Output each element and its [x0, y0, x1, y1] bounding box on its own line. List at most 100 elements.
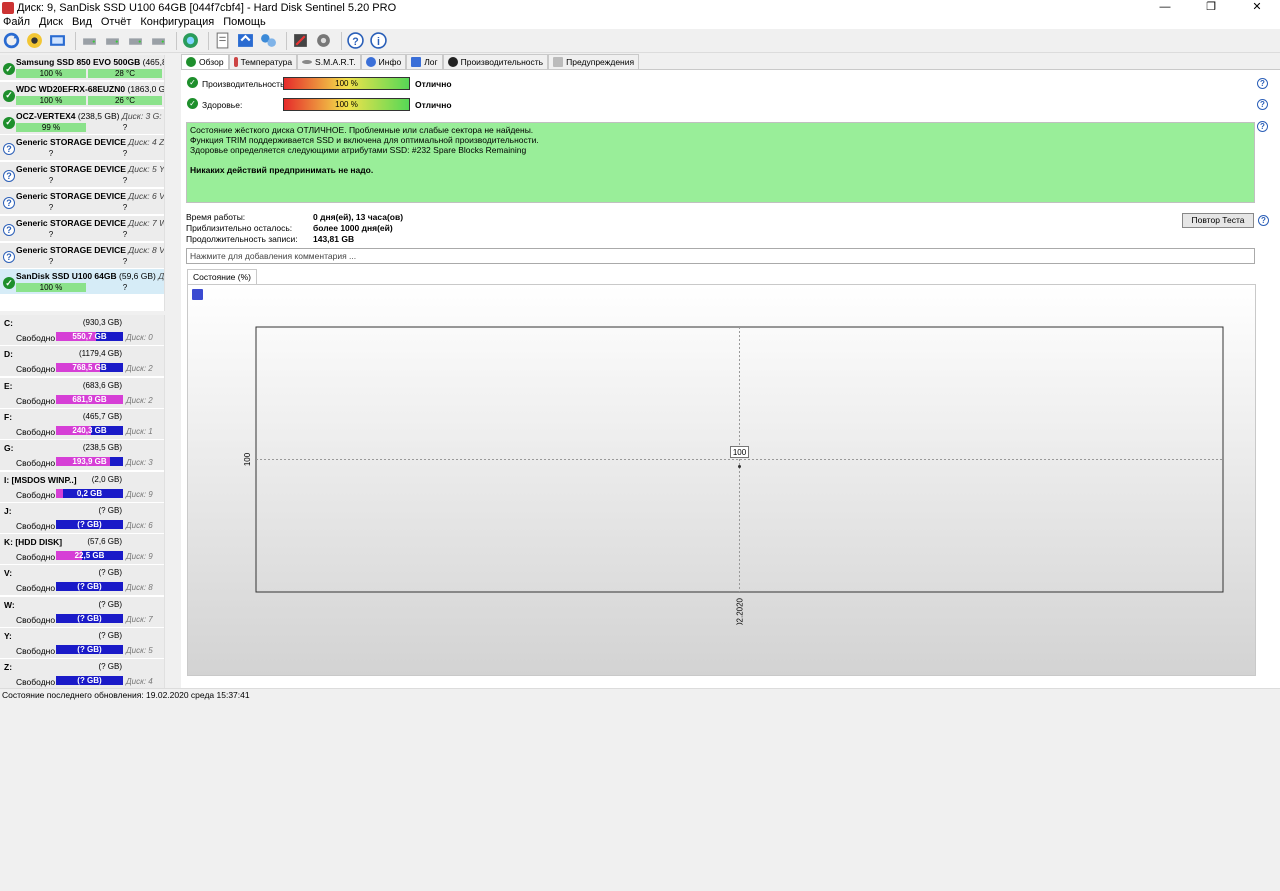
- volume-letter: J:: [4, 505, 12, 516]
- network-icon[interactable]: [259, 31, 278, 50]
- volume-item[interactable]: K: [HDD DISK] (57,6 GB) Свободно 22,5 GB Дис…: [0, 534, 164, 566]
- volume-list: C: (930,3 GB) Свободно 550,7 GB Диск: 0 D: (11…: [0, 315, 164, 688]
- volume-item[interactable]: V: (? GB) Свободно (? GB) Диск: 8: [0, 565, 164, 597]
- volume-letter: C:: [4, 318, 13, 328]
- disk-health: ?: [48, 149, 54, 159]
- disk-list-item[interactable]: ? Generic STORAGE DEVICE Диск: 5 Y:??: [0, 162, 164, 189]
- tab-performance[interactable]: Производительность: [442, 54, 549, 69]
- volume-item[interactable]: W: (? GB) Свободно (? GB) Диск: 7: [0, 596, 164, 628]
- svg-text:i: i: [377, 36, 380, 48]
- y-tick-label: 100: [243, 452, 252, 466]
- tab-label: Производительность: [460, 57, 544, 67]
- health-label: Здоровье:: [202, 100, 243, 110]
- volume-letter: I: [MSDOS WINP..]: [4, 474, 77, 485]
- drive-tool-icon[interactable]: [103, 31, 122, 50]
- question-icon: ?: [3, 170, 15, 183]
- drive-tool-icon[interactable]: [149, 31, 168, 50]
- retest-button[interactable]: Повтор Теста: [1182, 213, 1254, 228]
- tab-health-percent[interactable]: Состояние (%): [187, 269, 257, 284]
- volume-item[interactable]: Y: (? GB) Свободно (? GB) Диск: 5: [0, 628, 164, 659]
- gauge-icon: [447, 57, 458, 67]
- disk-list-item[interactable]: ✓WDC WD20EFRX-68EUZN0 (1863,0 GB) Д100 %…: [0, 81, 164, 108]
- menu-help[interactable]: Помощь: [220, 16, 272, 28]
- comment-input[interactable]: Нажмите для добавления комментария ...: [186, 248, 1255, 264]
- help-icon[interactable]: ?: [346, 31, 365, 50]
- uptime-label: Время работы:: [186, 212, 246, 222]
- volume-disk: Диск: 0: [126, 333, 153, 342]
- volume-item[interactable]: C: (930,3 GB) Свободно 550,7 GB Диск: 0: [0, 315, 164, 346]
- report-icon[interactable]: [48, 31, 67, 50]
- volume-free-label: Свободно: [16, 646, 56, 656]
- clipboard-icon[interactable]: [213, 31, 232, 50]
- disk-name: Samsung SSD 850 EVO 500GB (465,8 GB: [16, 57, 164, 67]
- menu-view[interactable]: Вид: [69, 16, 98, 28]
- disk-list-item[interactable]: ✓ OCZ-VERTEX4 (238,5 GB) Диск: 3 G: 99 %?: [0, 108, 164, 135]
- chart-horizontal-scrollbar[interactable]: [194, 879, 1263, 891]
- minimize-button[interactable]: —: [1142, 0, 1188, 15]
- volume-letter: Z:: [4, 662, 13, 673]
- page-icon: [553, 57, 564, 67]
- menu-configuration[interactable]: Конфигурация: [137, 16, 220, 28]
- disk-info-icon[interactable]: [25, 31, 44, 50]
- tab-smart[interactable]: S.M.A.R.T.: [297, 54, 361, 69]
- volume-letter: V:: [4, 568, 13, 579]
- volume-item[interactable]: I: [MSDOS WINP..] (2,0 GB) Свободно 0,2 GB Д…: [0, 471, 164, 503]
- alert-icon[interactable]: [291, 31, 310, 50]
- help-icon[interactable]: ?: [1257, 78, 1268, 89]
- tab-alerts[interactable]: Предупреждения: [548, 54, 640, 69]
- disk-list-item[interactable]: ?Generic STORAGE DEVICE Диск: 7 W:??: [0, 215, 164, 242]
- maximize-button[interactable]: ❐: [1188, 0, 1234, 15]
- disk-temperature: 26 °C: [88, 95, 162, 105]
- volume-disk: Диск: 8: [126, 583, 153, 593]
- question-icon: ?: [3, 223, 15, 236]
- volume-item[interactable]: D: (1179,4 GB) Свободно 768,5 GB Диск: 2: [0, 346, 164, 378]
- volume-item[interactable]: G: (238,5 GB) Свободно 193,9 GB Диск: 3: [0, 440, 164, 472]
- svg-text:?: ?: [352, 36, 358, 48]
- drive-tool-icon[interactable]: [126, 31, 145, 50]
- volume-item[interactable]: E: (683,6 GB) Свободно 681,9 GB Диск: 2: [0, 377, 164, 409]
- refresh-icon[interactable]: [2, 31, 21, 50]
- globe-icon[interactable]: [181, 31, 200, 50]
- volume-free-bar: 240,3 GB: [56, 425, 123, 435]
- info-icon[interactable]: i: [369, 31, 388, 50]
- volume-free-label: Свободно: [16, 395, 56, 406]
- health-chart-area: 100 100 19.02.2020: [187, 284, 1263, 891]
- menu-file[interactable]: Файл: [0, 16, 36, 28]
- volume-size: (? GB): [98, 631, 122, 640]
- menu-report[interactable]: Отчёт: [98, 16, 137, 28]
- disk-temperature: ?: [122, 122, 128, 132]
- tab-overview[interactable]: Обзор: [181, 54, 229, 69]
- question-icon: ?: [3, 197, 15, 209]
- toolbar: ? i: [0, 29, 1280, 53]
- sync-icon[interactable]: [236, 31, 255, 50]
- volume-item[interactable]: F: (465,7 GB) Свободно 240,3 GB Диск: 1: [0, 408, 164, 440]
- disk-list-item[interactable]: ✓Samsung SSD 850 EVO 500GB (465,8 GB 100…: [0, 55, 164, 81]
- help-icon[interactable]: ?: [1258, 215, 1269, 226]
- volume-free-label: Свободно: [16, 333, 56, 343]
- volume-free-label: Свободно: [16, 458, 56, 469]
- disk-list-item[interactable]: ? Generic STORAGE DEVICE Диск: 6 V:??: [0, 189, 164, 215]
- tab-temperature[interactable]: Температура: [228, 54, 298, 69]
- tab-log[interactable]: Лог: [406, 54, 443, 69]
- menu-disk[interactable]: Диск: [36, 16, 69, 28]
- disk-list-scrollbar[interactable]: [164, 55, 176, 311]
- settings-icon[interactable]: [314, 31, 333, 50]
- volume-item[interactable]: J: (? GB) Свободно (? GB) Диск: 6: [0, 502, 164, 534]
- volume-list-scrollbar[interactable]: [164, 315, 176, 688]
- drive-tool-icon[interactable]: [80, 31, 99, 50]
- disk-name: WDC WD20EFRX-68EUZN0 (1863,0 GB) Д: [16, 83, 164, 94]
- volume-item[interactable]: Z: (? GB) Свободно (? GB) Диск: 4: [0, 659, 164, 688]
- disk-list-item[interactable]: ? Generic STORAGE DEVICE Диск: 4 Z:??: [0, 135, 164, 162]
- tab-info[interactable]: Инфо: [360, 54, 407, 69]
- help-icon[interactable]: ?: [1257, 121, 1268, 132]
- close-button[interactable]: ✕: [1234, 0, 1280, 15]
- disk-list-item[interactable]: ✓SanDisk SSD U100 64GB (59,6 GB) Диск100…: [0, 269, 164, 296]
- volume-letter: D:: [4, 349, 13, 360]
- volume-free-label: Свободно: [16, 426, 56, 437]
- message-action: Никаких действий предпринимать не надо.: [190, 165, 374, 175]
- disk-list-item[interactable]: ? Generic STORAGE DEVICE Диск: 8 V:??: [0, 242, 164, 269]
- check-icon: [186, 57, 196, 67]
- help-icon[interactable]: ?: [1257, 99, 1268, 110]
- performance-rating: Отлично: [415, 79, 452, 89]
- overview-panel: ✓ Производительность: 100 % Отлично ? ✓ …: [181, 69, 1280, 891]
